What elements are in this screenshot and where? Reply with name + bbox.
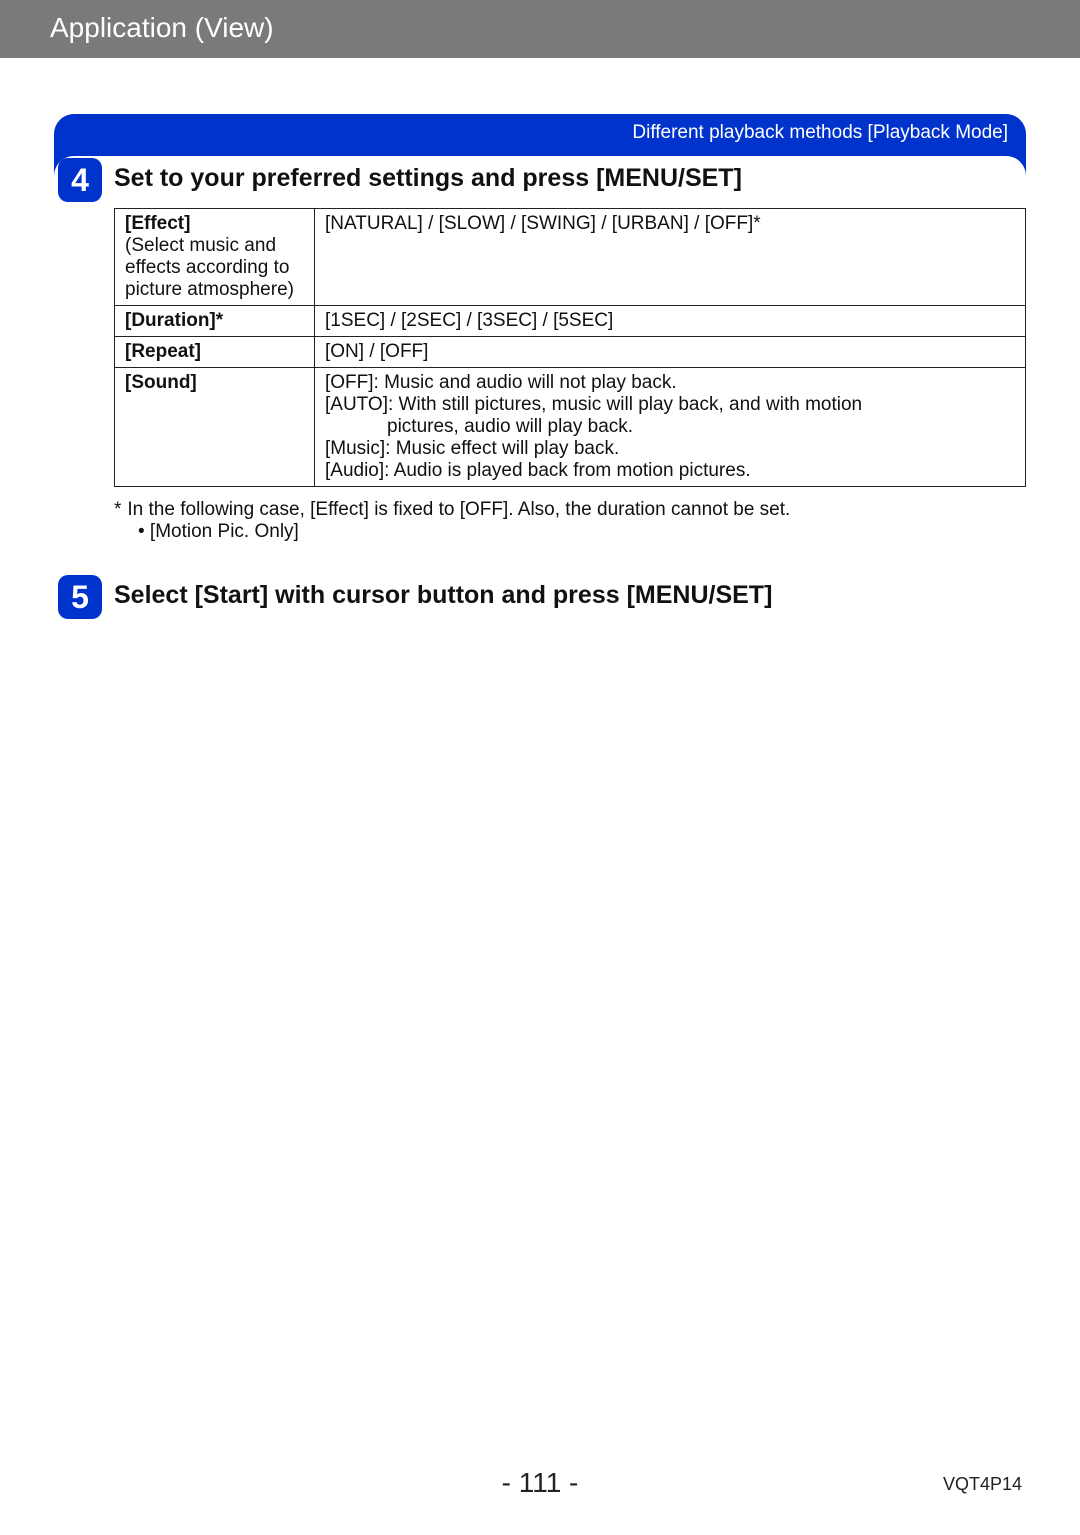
banner-text: Different playback methods [Playback Mod…	[632, 122, 1008, 143]
table-row: [Duration]* [1SEC] / [2SEC] / [3SEC] / […	[115, 306, 1026, 337]
sound-line-4: [Audio]: Audio is played back from motio…	[325, 460, 751, 481]
note-block: * In the following case, [Effect] is fix…	[114, 499, 1026, 543]
row-label-effect: [Effect] (Select music and effects accor…	[115, 209, 315, 306]
header-title: Application (View)	[50, 12, 274, 43]
label-bold: [Duration]*	[125, 310, 223, 331]
content-area: Different playback methods [Playback Mod…	[0, 58, 1080, 619]
step-5-number: 5	[71, 579, 89, 616]
row-value-repeat: [ON] / [OFF]	[315, 337, 1026, 368]
step-5-block: 5 Select [Start] with cursor button and …	[54, 575, 1026, 619]
page-footer: - 111 -	[0, 1467, 1080, 1499]
label-bold: [Repeat]	[125, 341, 201, 362]
row-value-effect: [NATURAL] / [SLOW] / [SWING] / [URBAN] /…	[315, 209, 1026, 306]
step-5-header: 5 Select [Start] with cursor button and …	[58, 575, 1026, 619]
step-4-block: 4 Set to your preferred settings and pre…	[54, 158, 1026, 543]
note-line1: In the following case, [Effect] is fixed…	[127, 499, 790, 521]
row-label-duration: [Duration]*	[115, 306, 315, 337]
step-number-badge: 4	[58, 158, 102, 202]
table-row: [Sound] [OFF]: Music and audio will not …	[115, 368, 1026, 487]
page-number: - 111 -	[502, 1467, 579, 1498]
step-number-badge: 5	[58, 575, 102, 619]
row-label-repeat: [Repeat]	[115, 337, 315, 368]
label-bold: [Effect]	[125, 213, 190, 234]
doc-code: VQT4P14	[943, 1474, 1022, 1495]
table-row: [Effect] (Select music and effects accor…	[115, 209, 1026, 306]
sound-line-1: [AUTO]: With still pictures, music will …	[325, 394, 862, 415]
note-star-row: * In the following case, [Effect] is fix…	[114, 499, 1026, 521]
note-bullet: • [Motion Pic. Only]	[114, 521, 1026, 543]
row-value-sound: [OFF]: Music and audio will not play bac…	[315, 368, 1026, 487]
note-star: *	[114, 499, 121, 521]
label-desc: (Select music and effects according to p…	[125, 235, 294, 300]
row-label-sound: [Sound]	[115, 368, 315, 487]
step-5-title: Select [Start] with cursor button and pr…	[114, 575, 772, 610]
table-row: [Repeat] [ON] / [OFF]	[115, 337, 1026, 368]
step-4-title: Set to your preferred settings and press…	[114, 158, 742, 193]
label-bold: [Sound]	[125, 372, 197, 393]
step-4-number: 4	[71, 162, 89, 199]
sound-line-0: [OFF]: Music and audio will not play bac…	[325, 372, 677, 393]
sound-line-2: pictures, audio will play back.	[325, 416, 1015, 438]
sound-line-3: [Music]: Music effect will play back.	[325, 438, 619, 459]
row-value-duration: [1SEC] / [2SEC] / [3SEC] / [5SEC]	[315, 306, 1026, 337]
step-4-header: 4 Set to your preferred settings and pre…	[58, 158, 1026, 202]
app-header: Application (View)	[0, 0, 1080, 58]
settings-table: [Effect] (Select music and effects accor…	[114, 208, 1026, 487]
